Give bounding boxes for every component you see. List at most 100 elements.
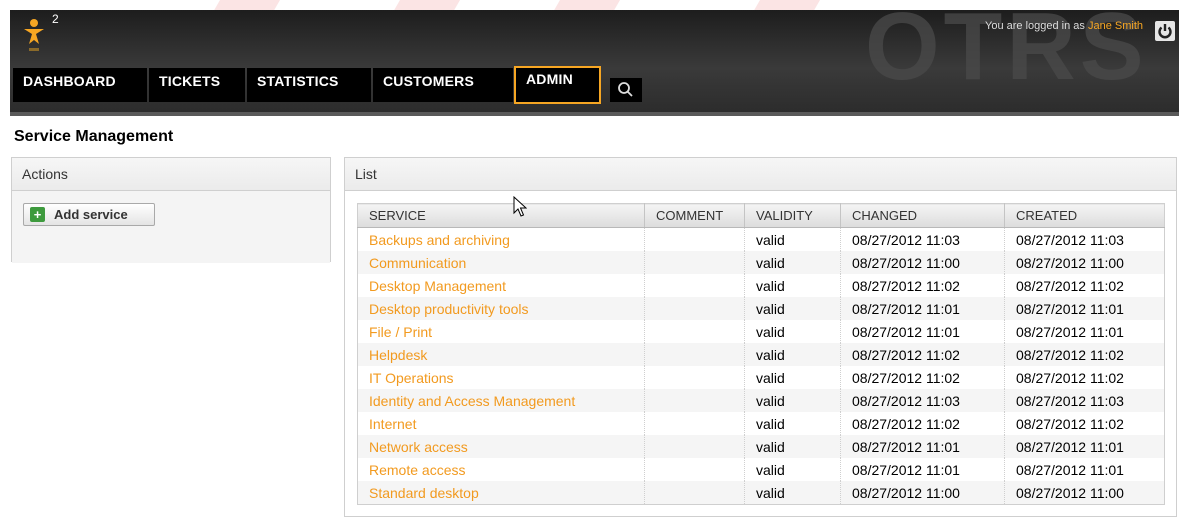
notification-count: 2 <box>52 12 59 26</box>
table-row[interactable]: IT Operations valid 08/27/2012 11:02 08/27/… <box>358 366 1165 389</box>
changed-cell: 08/27/2012 11:00 <box>840 481 1005 505</box>
changed-cell: 08/27/2012 11:01 <box>840 320 1005 343</box>
created-cell: 08/27/2012 11:01 <box>1004 458 1165 481</box>
validity-cell: valid <box>744 227 841 251</box>
comment-cell <box>644 343 745 366</box>
login-prefix: You are logged in as <box>985 20 1085 32</box>
service-link[interactable]: Helpdesk <box>357 343 645 366</box>
search-button[interactable] <box>610 78 642 102</box>
add-service-button[interactable]: + Add service <box>23 203 155 226</box>
service-link[interactable]: Communication <box>357 251 645 274</box>
validity-cell: valid <box>744 297 841 320</box>
comment-cell <box>644 366 745 389</box>
header-bar: OTRS 2 You are logged in as Jane Smith D… <box>10 10 1179 116</box>
nav-admin[interactable]: ADMIN <box>514 66 601 104</box>
comment-cell <box>644 274 745 297</box>
table-row[interactable]: Helpdesk valid 08/27/2012 11:02 08/27/2012 … <box>357 343 1165 366</box>
service-link[interactable]: Standard desktop <box>357 481 645 505</box>
col-created[interactable]: CREATED <box>1004 203 1165 228</box>
nav-statistics[interactable]: STATISTICS <box>247 68 371 102</box>
table-row[interactable]: Identity and Access Management valid 08/27… <box>357 389 1165 412</box>
service-link[interactable]: IT Operations <box>358 366 645 389</box>
power-icon <box>1158 24 1172 39</box>
validity-cell: valid <box>744 435 841 458</box>
service-link[interactable]: Desktop productivity tools <box>357 297 645 320</box>
changed-cell: 08/27/2012 11:03 <box>840 389 1005 412</box>
service-link[interactable]: File / Print <box>358 320 645 343</box>
login-info: You are logged in as Jane Smith <box>985 20 1143 32</box>
plus-icon: + <box>30 207 45 222</box>
created-cell: 08/27/2012 11:02 <box>1004 343 1165 366</box>
created-cell: 08/27/2012 11:01 <box>1004 297 1165 320</box>
table-row[interactable]: Network access valid 08/27/2012 11:01 08/27… <box>357 435 1165 458</box>
service-link[interactable]: Network access <box>357 435 645 458</box>
validity-cell: valid <box>744 274 841 297</box>
col-comment[interactable]: COMMENT <box>644 203 745 228</box>
changed-cell: 08/27/2012 11:01 <box>840 458 1005 481</box>
created-cell: 08/27/2012 11:00 <box>1004 251 1165 274</box>
validity-cell: valid <box>744 366 841 389</box>
mouse-cursor-icon <box>513 196 527 217</box>
created-cell: 08/27/2012 11:02 <box>1004 366 1165 389</box>
col-changed[interactable]: CHANGED <box>840 203 1005 228</box>
nav-dashboard[interactable]: DASHBOARD <box>13 68 147 102</box>
changed-cell: 08/27/2012 11:02 <box>840 366 1005 389</box>
created-cell: 08/27/2012 11:02 <box>1004 412 1165 435</box>
validity-cell: valid <box>744 389 841 412</box>
service-link[interactable]: Identity and Access Management <box>357 389 645 412</box>
list-panel: List SERVICE COMMENT VALIDITY CHANGED CR… <box>344 157 1177 517</box>
comment-cell <box>644 481 745 505</box>
changed-cell: 08/27/2012 11:02 <box>840 412 1005 435</box>
comment-cell <box>644 458 745 481</box>
comment-cell <box>644 435 745 458</box>
comment-cell <box>644 297 745 320</box>
comment-cell <box>644 251 745 274</box>
changed-cell: 08/27/2012 11:02 <box>840 343 1005 366</box>
nav-customers[interactable]: CUSTOMERS <box>373 68 513 102</box>
created-cell: 08/27/2012 11:00 <box>1004 481 1165 505</box>
col-service[interactable]: SERVICE <box>357 203 645 228</box>
table-row[interactable]: Desktop productivity tools valid 08/27/201… <box>357 297 1165 320</box>
actions-panel: Actions + Add service <box>11 157 331 263</box>
actions-panel-title: Actions <box>12 158 330 191</box>
changed-cell: 08/27/2012 11:03 <box>840 227 1005 251</box>
table-row[interactable]: Communication valid 08/27/2012 11:00 08/27/… <box>357 251 1165 274</box>
service-table: SERVICE COMMENT VALIDITY CHANGED CREATED… <box>357 203 1165 505</box>
nav-tickets[interactable]: TICKETS <box>149 68 245 102</box>
service-link[interactable]: Remote access <box>358 458 645 481</box>
col-validity[interactable]: VALIDITY <box>744 203 841 228</box>
validity-cell: valid <box>744 481 841 505</box>
service-link[interactable]: Internet <box>358 412 645 435</box>
logout-button[interactable] <box>1155 21 1175 41</box>
changed-cell: 08/27/2012 11:00 <box>840 251 1005 274</box>
validity-cell: valid <box>744 412 841 435</box>
changed-cell: 08/27/2012 11:01 <box>840 435 1005 458</box>
table-row[interactable]: Desktop Management valid 08/27/2012 11:02 0… <box>358 274 1165 297</box>
header-divider <box>10 112 1179 116</box>
service-link[interactable]: Backups and archiving <box>358 228 645 252</box>
created-cell: 08/27/2012 11:01 <box>1004 320 1165 343</box>
table-row[interactable]: Standard desktop valid 08/27/2012 11:00 08/… <box>357 481 1165 505</box>
validity-cell: valid <box>744 320 841 343</box>
created-cell: 08/27/2012 11:03 <box>1004 389 1165 412</box>
table-row[interactable]: Internet valid 08/27/2012 11:02 08/27/2012 … <box>358 412 1165 435</box>
table-row[interactable]: File / Print valid 08/27/2012 11:01 08/27/2… <box>358 320 1165 343</box>
comment-cell <box>644 412 745 435</box>
table-row[interactable]: Backups and archiving valid 08/27/2012 11:… <box>358 227 1165 252</box>
comment-cell <box>644 227 745 251</box>
changed-cell: 08/27/2012 11:01 <box>840 297 1005 320</box>
table-row[interactable]: Remote access valid 08/27/2012 11:01 08/27/… <box>358 458 1165 481</box>
validity-cell: valid <box>744 343 841 366</box>
user-name-link[interactable]: Jane Smith <box>1088 20 1143 32</box>
search-icon <box>618 82 633 97</box>
validity-cell: valid <box>744 251 841 274</box>
agent-avatar-icon[interactable] <box>22 18 46 54</box>
service-link[interactable]: Desktop Management <box>358 274 645 297</box>
page-title: Service Management <box>14 128 174 145</box>
top-watermark <box>0 0 1179 10</box>
created-cell: 08/27/2012 11:01 <box>1004 435 1165 458</box>
created-cell: 08/27/2012 11:02 <box>1004 274 1165 297</box>
changed-cell: 08/27/2012 11:02 <box>840 274 1005 297</box>
created-cell: 08/27/2012 11:03 <box>1004 227 1165 251</box>
comment-cell <box>644 389 745 412</box>
